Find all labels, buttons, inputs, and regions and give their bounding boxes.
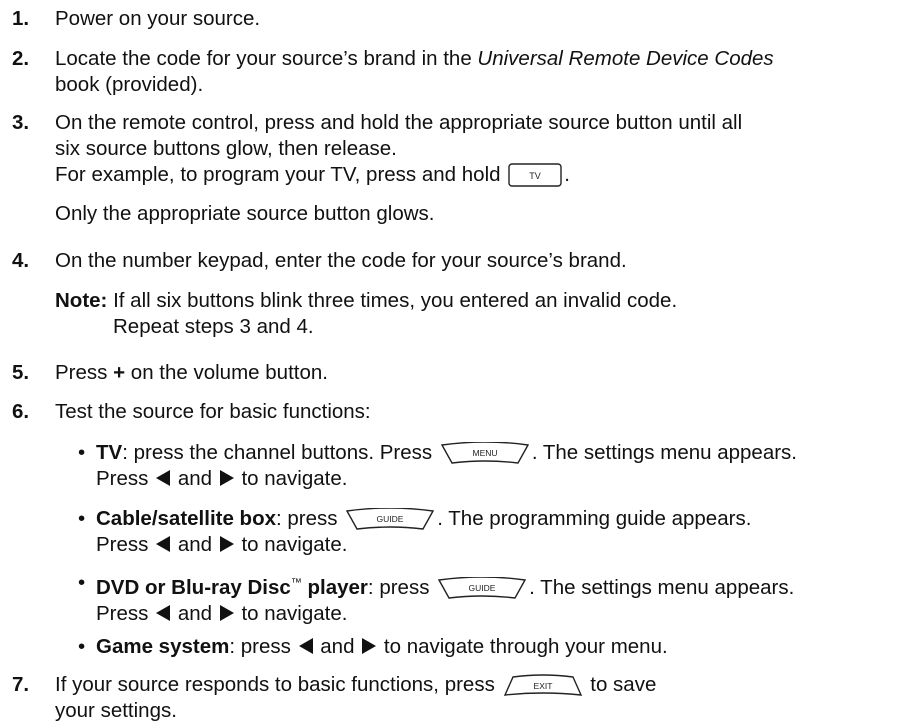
right-arrow-icon: [362, 638, 377, 654]
step-text: On the remote control, press and hold th…: [55, 111, 743, 134]
exit-button-label: EXIT: [533, 681, 552, 691]
menu-button-icon: MENU: [440, 442, 529, 464]
step-example: For example, to program your TV, press a…: [55, 163, 570, 187]
left-arrow-icon: [298, 638, 313, 654]
step-text: Locate the code for your source’s brand …: [55, 47, 774, 70]
right-arrow-icon: [219, 470, 234, 486]
step-text-cont: your settings.: [55, 699, 177, 722]
step-number: 5.: [12, 361, 30, 384]
step-text: Test the source for basic functions:: [55, 400, 371, 423]
guide-button-icon: GUIDE: [438, 576, 527, 599]
left-arrow-icon: [156, 536, 171, 552]
guide-button-label: GUIDE: [377, 514, 404, 524]
step-3-result: Only the appropriate source button glows…: [55, 202, 435, 225]
step-text: Power on your source.: [55, 7, 261, 30]
right-arrow-icon: [219, 536, 234, 552]
left-arrow-icon: [156, 604, 171, 621]
right-arrow-icon: [219, 604, 234, 621]
step-number: 7.: [12, 673, 30, 696]
step-number: 3.: [12, 111, 30, 134]
step-text: Press + on the volume button.: [55, 361, 328, 384]
step-number: 6.: [12, 400, 30, 423]
step-number: 4.: [12, 249, 30, 272]
guide-button-icon: GUIDE: [346, 508, 435, 530]
guide-button-label: GUIDE: [469, 583, 496, 593]
note-text-cont: Repeat steps 3 and 4.: [113, 315, 314, 338]
tv-button-icon: TV: [508, 163, 562, 187]
tv-button-label: TV: [529, 171, 541, 181]
step-text: If your source responds to basic functio…: [55, 673, 657, 696]
step-text-cont: six source buttons glow, then release.: [55, 137, 397, 160]
step-number: 1.: [12, 7, 30, 30]
step-text-cont: book (provided).: [55, 73, 204, 96]
left-arrow-icon: [156, 470, 171, 486]
instructions-page: 1. Power on your source. 2. Locate the c…: [0, 0, 900, 722]
menu-button-label: MENU: [472, 448, 497, 458]
step-text: On the number keypad, enter the code for…: [55, 249, 627, 272]
note-label: Note:: [55, 289, 108, 312]
book-title: Universal Remote Device Codes: [477, 47, 774, 70]
step-number: 2.: [12, 47, 30, 70]
note-block: Note: If all six buttons blink three tim…: [55, 288, 885, 340]
exit-button-icon: EXIT: [503, 674, 582, 696]
note-text: If all six buttons blink three times, yo…: [107, 289, 678, 312]
